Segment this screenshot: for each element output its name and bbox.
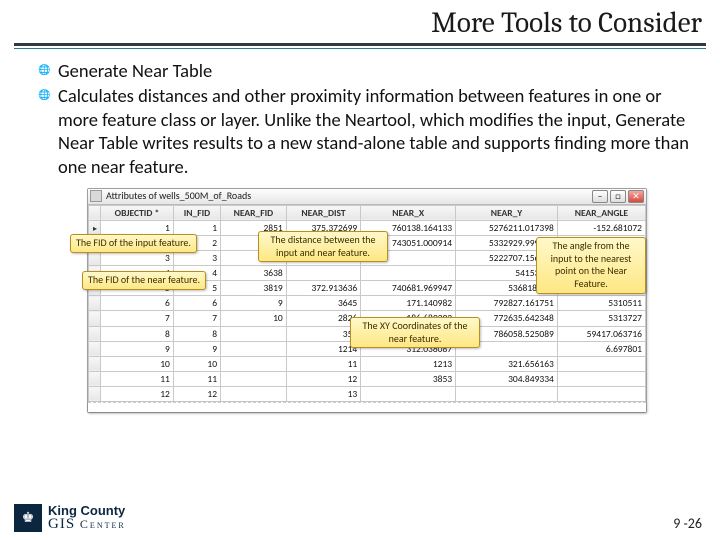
table-header-row: OBJECTID * IN_FID NEAR_FID NEAR_DIST NEA… (89, 205, 646, 220)
window-buttons: – □ ✕ (592, 190, 644, 203)
callout-near-xy: The XY Coordinates of the near feature. (350, 317, 480, 348)
callout-near-fid: The FID of the near feature. (82, 271, 206, 290)
attributes-table-figure: Attributes of wells_500M_of_Roads – □ ✕ … (87, 188, 647, 413)
bullet-text: Generate Near Table (58, 59, 696, 82)
table-icon (90, 190, 102, 202)
table-row: 121213 (89, 386, 646, 401)
bullet-item: 🌐 Calculates distances and other proximi… (38, 84, 696, 178)
callout-near-dist: The distance between the input and near … (258, 231, 388, 262)
bullet-text: Calculates distances and other proximity… (58, 84, 696, 178)
table-row: 1111123853304.849334 (89, 371, 646, 386)
maximize-icon[interactable]: □ (610, 190, 626, 203)
close-icon[interactable]: ✕ (628, 190, 644, 203)
table-row: 1010111213321.656163 (89, 356, 646, 371)
title-rule-thick (14, 43, 706, 46)
callout-near-angle: The angle from the input to the nearest … (536, 237, 646, 294)
window-titlebar: Attributes of wells_500M_of_Roads – □ ✕ (88, 189, 646, 205)
bullet-item: 🌐 Generate Near Table (38, 59, 696, 82)
slide-title: More Tools to Consider (0, 0, 720, 43)
logo-mark-icon: ♚ (14, 504, 42, 532)
torn-edge-decoration (88, 402, 646, 412)
window-title: Attributes of wells_500M_of_Roads (106, 190, 251, 203)
footer: ♚ King County GIS Center 9 -26 (0, 498, 720, 540)
content-area: 🌐 Generate Near Table 🌐 Calculates dista… (0, 49, 720, 413)
minimize-icon[interactable]: – (592, 190, 608, 203)
table-row: 6693645171.140982792827.1617515310511 (89, 296, 646, 311)
page-number: 9 -26 (673, 515, 702, 532)
callout-in-fid: The FID of the input feature. (70, 234, 197, 253)
logo-brand: GIS Center (48, 517, 126, 532)
globe-bullet-icon: 🌐 (38, 59, 58, 82)
logo: ♚ King County GIS Center (14, 504, 126, 532)
globe-bullet-icon: 🌐 (38, 84, 58, 178)
